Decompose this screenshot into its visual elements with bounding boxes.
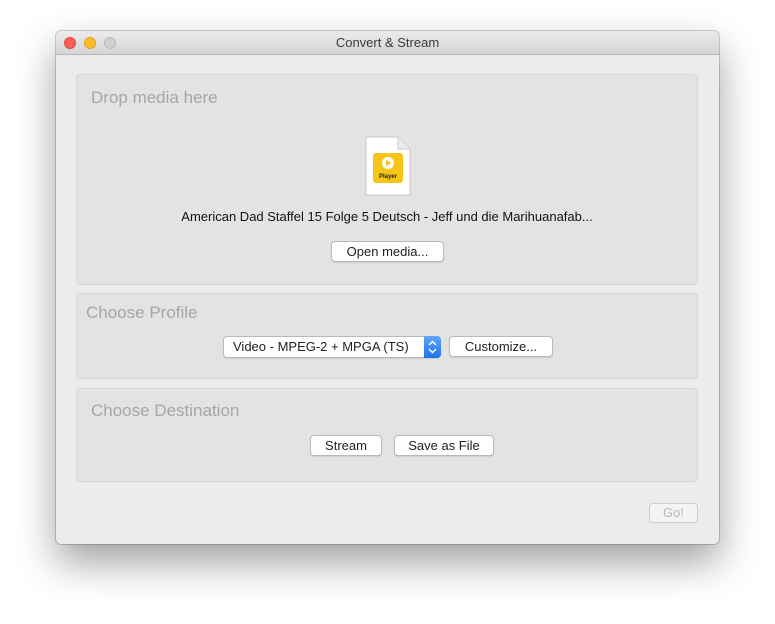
go-button: Go! [649, 503, 698, 523]
file-icon-label: Player [379, 174, 398, 180]
choose-profile-panel: Choose Profile Video - MPEG-2 + MPGA (TS… [76, 293, 698, 379]
convert-stream-window: Convert & Stream Drop media here Player … [56, 31, 719, 544]
media-file-icon: Player [364, 135, 412, 197]
profile-select-value: Video - MPEG-2 + MPGA (TS) [233, 339, 409, 354]
select-stepper-icon[interactable] [424, 336, 441, 358]
stream-button[interactable]: Stream [310, 435, 382, 456]
drop-media-title: Drop media here [91, 88, 218, 107]
choose-destination-panel: Choose Destination Stream Save as File [76, 388, 698, 482]
drop-media-panel[interactable]: Drop media here Player American Dad Staf… [76, 74, 698, 285]
media-filename: American Dad Staffel 15 Folge 5 Deutsch … [181, 209, 593, 224]
save-as-file-button[interactable]: Save as File [394, 435, 494, 456]
choose-profile-title: Choose Profile [86, 303, 198, 322]
customize-button[interactable]: Customize... [449, 336, 553, 357]
window-title: Convert & Stream [335, 35, 440, 50]
profile-select[interactable]: Video - MPEG-2 + MPGA (TS) [223, 336, 441, 358]
choose-destination-title: Choose Destination [91, 401, 240, 420]
open-media-button[interactable]: Open media... [331, 241, 444, 262]
title-bar[interactable]: Convert & Stream [56, 31, 719, 55]
